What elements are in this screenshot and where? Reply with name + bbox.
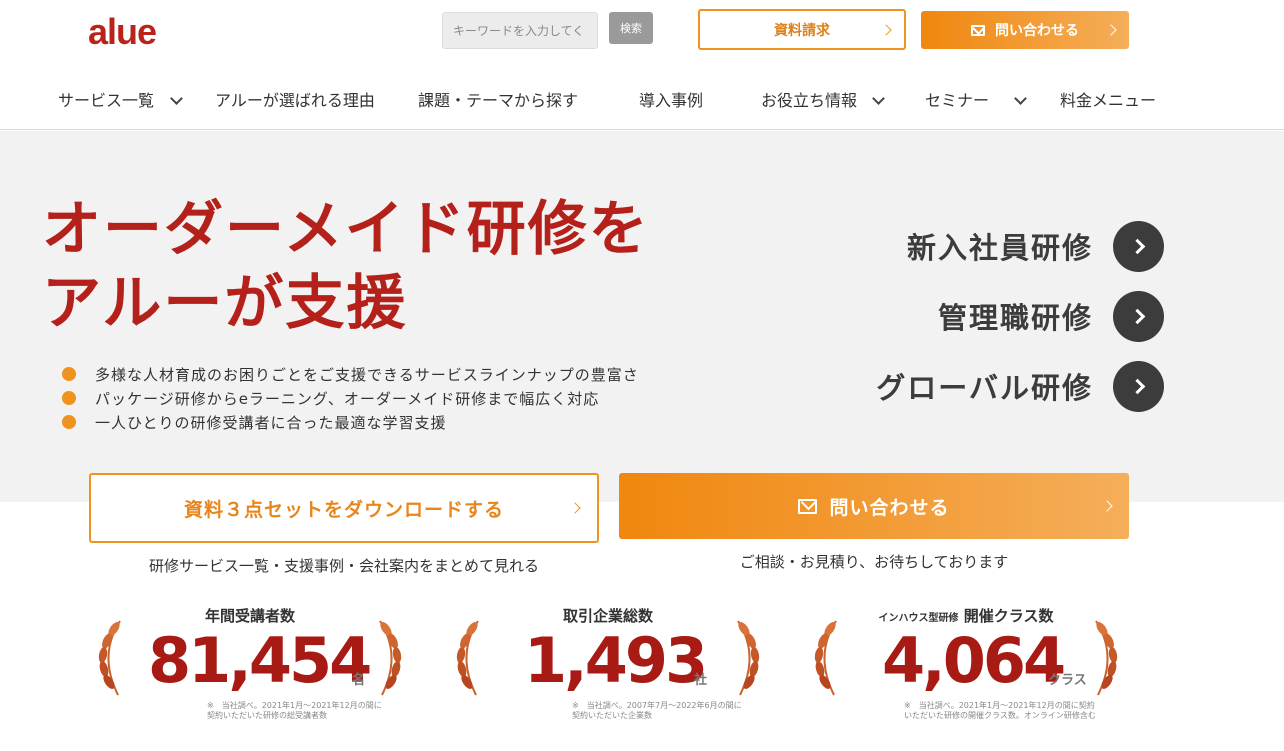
hero-title-line2: アルーが支援 [42,268,408,337]
nav-item-label: 課題・テーマから探す [418,91,579,110]
chevron-right-icon [569,502,581,514]
hero-bullets: 多様な人材育成のお困りごとをご支援できるサービスラインナップの豊富さ パッケージ… [62,362,639,434]
hero-title: オーダーメイド研修を アルーが支援 [42,192,650,340]
nav-item-label: セミナー [925,91,990,110]
bullet-dot-icon [62,367,76,381]
bullet-text: 一人ひとりの研修受講者に合った最適な学習支援 [95,413,447,432]
stat-note: ※ 当社調べ。2021年1月～2021年12月の間に 契約いただいた研修の総受講… [207,701,382,721]
bullet-text: パッケージ研修からeラーニング、オーダーメイド研修まで幅広く対応 [95,389,600,408]
download-docs-button[interactable]: 資料３点セットをダウンロードする [89,473,599,543]
bullet-text: 多様な人材育成のお困りごとをご支援できるサービスラインナップの豊富さ [95,365,639,384]
nav-item-label: お役立ち情報 [761,91,858,110]
stat-note-line: 契約いただいた研修の総受講者数 [207,711,327,720]
stat-note-line: 契約いただいた企業数 [572,711,652,720]
stat-inhouse-classes: インハウス型研修 開催クラス数 4,064 クラス ※ 当社調べ。2021年1月… [806,605,1126,735]
stat-note-line: ※ 当社調べ。2021年1月～2021年12月の間に契約 [904,701,1095,710]
stat-note-line: いただいた研修の開催クラス数。オンライン研修含む [904,711,1096,720]
training-link-label: 管理職研修 [937,301,1093,335]
stat-unit: 社 [694,673,708,688]
nav-item-label: サービス一覧 [58,91,155,110]
stat-client-companies: 取引企業総数 1,493 社 ※ 当社調べ。2007年7月～2022年6月の間に… [448,605,768,735]
laurel-right-icon [379,620,402,696]
search-button[interactable]: 検索 [609,12,653,44]
search-input[interactable] [442,12,598,49]
chevron-down-icon [872,92,885,105]
arrow-circle-icon [1113,290,1164,342]
nav-item-label: アルーが選ばれる理由 [215,91,375,110]
chevron-right-icon [880,23,892,36]
contact-cta-subtext: ご相談・お見積り、お待ちしております [739,553,1009,571]
stat-unit: クラス [1048,673,1087,688]
chevron-down-icon [170,92,183,105]
download-docs-subtext: 研修サービス一覧・支援事例・会社案内をまとめて見れる [148,557,539,575]
stat-value: 4,064 [882,624,1066,697]
chevron-right-icon [1101,500,1113,512]
stat-unit: 名 [352,673,366,688]
training-link-global[interactable]: グローバル研修 [876,360,1164,412]
nav-item-reasons[interactable]: アルーが選ばれる理由 [215,90,375,112]
nav-item-label: 導入事例 [639,91,704,110]
stat-annual-attendees: 年間受講者数 81,454 名 ※ 当社調べ。2021年1月～2021年12月の… [90,605,410,735]
nav-item-resources[interactable]: お役立ち情報 [761,90,885,112]
training-link-manager[interactable]: 管理職研修 [938,290,1164,342]
stat-note: ※ 当社調べ。2021年1月～2021年12月の間に契約 いただいた研修の開催ク… [904,701,1096,721]
contact-label: 問い合わせる [995,23,1079,39]
nav-item-seminars[interactable]: セミナー [925,90,1027,112]
stat-value: 81,454 [148,624,372,697]
stat-note-line: ※ 当社調べ。2007年7月～2022年6月の間に [572,701,742,710]
training-link-label: 新入社員研修 [906,231,1093,265]
download-docs-label: 資料３点セットをダウンロードする [183,498,504,521]
laurel-right-icon [737,620,760,696]
stat-value: 1,493 [524,624,708,697]
arrow-circle-icon [1113,360,1164,412]
nav-item-pricing[interactable]: 料金メニュー [1060,90,1156,112]
mail-icon [798,498,818,514]
alue-logo[interactable]: alue [88,12,157,52]
stat-note-line: ※ 当社調べ。2021年1月～2021年12月の間に [207,701,382,710]
nav-item-services[interactable]: サービス一覧 [58,90,183,112]
list-item: 一人ひとりの研修受講者に合った最適な学習支援 [62,410,639,434]
laurel-left-icon [814,620,837,696]
training-link-new-employee[interactable]: 新入社員研修 [907,220,1164,272]
nav-item-label: 料金メニュー [1060,91,1157,110]
contact-cta-label: 問い合わせる [829,496,950,519]
list-item: パッケージ研修からeラーニング、オーダーメイド研修まで幅広く対応 [62,386,639,410]
mail-icon [971,24,985,36]
arrow-circle-icon [1113,220,1164,272]
stat-note: ※ 当社調べ。2007年7月～2022年6月の間に 契約いただいた企業数 [572,701,742,721]
bullet-dot-icon [62,391,76,405]
nav-item-themes[interactable]: 課題・テーマから探す [418,90,578,112]
nav-item-cases[interactable]: 導入事例 [639,90,703,112]
laurel-right-icon [1095,620,1118,696]
request-docs-label: 資料請求 [774,22,830,39]
chevron-down-icon [1014,92,1027,105]
laurel-left-icon [456,620,479,696]
bullet-dot-icon [62,415,76,429]
contact-button[interactable]: 問い合わせる [921,11,1129,49]
request-docs-button[interactable]: 資料請求 [698,9,906,50]
list-item: 多様な人材育成のお困りごとをご支援できるサービスラインナップの豊富さ [62,362,639,386]
page: alue 検索 資料請求 問い合わせる サービス一覧 アルーが選ばれる理由 課題… [0,0,1284,751]
laurel-left-icon [98,620,121,696]
training-link-label: グローバル研修 [876,371,1093,405]
chevron-right-icon [1105,24,1117,36]
hero-title-line1: オーダーメイド研修を [42,194,650,263]
main-nav: サービス一覧 アルーが選ばれる理由 課題・テーマから探す 導入事例 お役立ち情報… [0,78,1284,130]
contact-cta-button[interactable]: 問い合わせる [619,473,1129,539]
